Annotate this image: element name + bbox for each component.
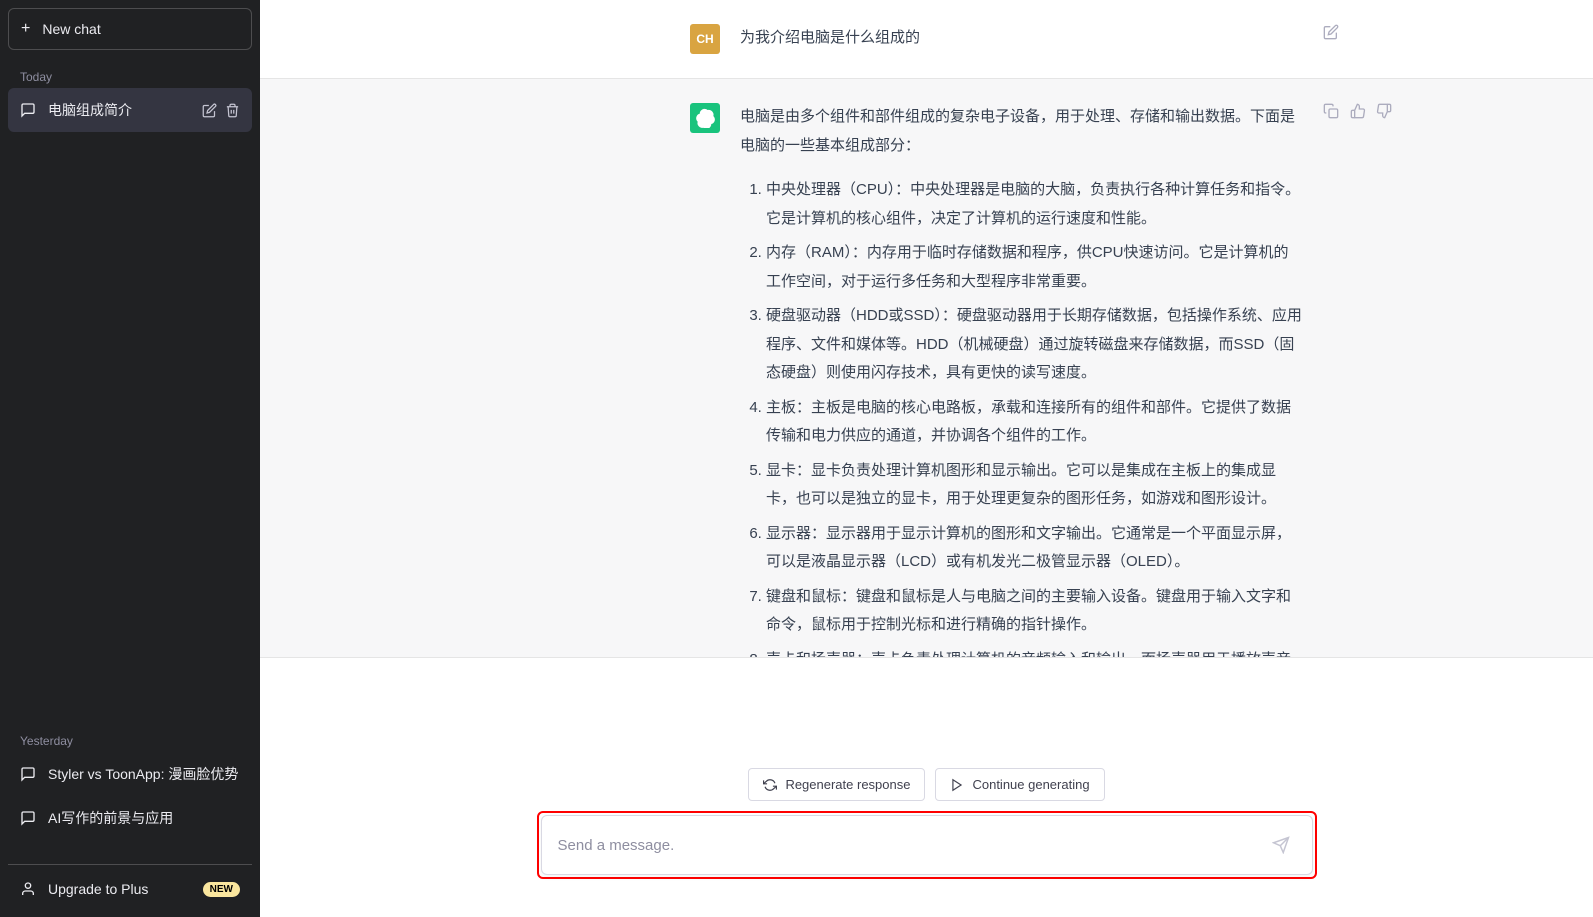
list-item: 声卡和扬声器：声卡负责处理计算机的音频输入和输出，而扬声器用于播放声音和音乐。 bbox=[766, 646, 1303, 658]
delete-icon[interactable] bbox=[225, 103, 240, 118]
sidebar: + New chat Today 电脑组成简介 Yesterday Styler… bbox=[0, 0, 260, 917]
regenerate-icon bbox=[763, 778, 777, 792]
user-icon bbox=[20, 881, 36, 897]
message-actions bbox=[1323, 103, 1393, 657]
chat-title: Styler vs ToonApp: 漫画脸优势 bbox=[48, 764, 240, 784]
list-item: 硬盘驱动器（HDD或SSD）：硬盘驱动器用于长期存储数据，包括操作系统、应用程序… bbox=[766, 302, 1303, 388]
thumbs-down-icon[interactable] bbox=[1376, 103, 1393, 121]
conversation[interactable]: CH 为我介绍电脑是什么组成的 电脑是由多个组件和部件组成的复杂电子设备，用于处… bbox=[260, 0, 1593, 657]
chat-list: Today 电脑组成简介 Yesterday Styler vs ToonApp… bbox=[8, 58, 252, 860]
section-label-yesterday: Yesterday bbox=[8, 722, 252, 752]
user-avatar: CH bbox=[690, 24, 720, 54]
upgrade-button[interactable]: Upgrade to Plus NEW bbox=[8, 869, 252, 909]
chat-title: 电脑组成简介 bbox=[48, 100, 190, 120]
regenerate-button[interactable]: Regenerate response bbox=[748, 768, 925, 801]
component-list: 中央处理器（CPU）：中央处理器是电脑的大脑，负责执行各种计算任务和指令。它是计… bbox=[740, 176, 1303, 657]
new-chat-label: New chat bbox=[42, 21, 100, 37]
action-buttons-row: Regenerate response Continue generating bbox=[260, 768, 1593, 801]
new-chat-button[interactable]: + New chat bbox=[8, 8, 252, 50]
main-area: CH 为我介绍电脑是什么组成的 电脑是由多个组件和部件组成的复杂电子设备，用于处… bbox=[260, 0, 1593, 917]
sidebar-bottom: Upgrade to Plus NEW bbox=[8, 864, 252, 909]
edit-icon[interactable] bbox=[202, 103, 217, 118]
list-item: 内存（RAM）：内存用于临时存储数据和程序，供CPU快速访问。它是计算机的工作空… bbox=[766, 239, 1303, 296]
list-item: 中央处理器（CPU）：中央处理器是电脑的大脑，负责执行各种计算任务和指令。它是计… bbox=[766, 176, 1303, 233]
plus-icon: + bbox=[21, 21, 30, 37]
continue-button[interactable]: Continue generating bbox=[935, 768, 1104, 801]
edit-message-icon[interactable] bbox=[1323, 24, 1341, 42]
chat-icon bbox=[20, 810, 36, 826]
assistant-intro: 电脑是由多个组件和部件组成的复杂电子设备，用于处理、存储和输出数据。下面是电脑的… bbox=[740, 103, 1303, 160]
chat-item[interactable]: Styler vs ToonApp: 漫画脸优势 bbox=[8, 752, 252, 796]
message-input-highlight bbox=[537, 811, 1317, 879]
list-item: 显示器：显示器用于显示计算机的图形和文字输出。它通常是一个平面显示屏，可以是液晶… bbox=[766, 520, 1303, 577]
copy-icon[interactable] bbox=[1323, 103, 1340, 121]
assistant-message-content: 电脑是由多个组件和部件组成的复杂电子设备，用于处理、存储和输出数据。下面是电脑的… bbox=[740, 103, 1303, 657]
chat-icon bbox=[20, 766, 36, 782]
list-item: 显卡：显卡负责处理计算机图形和显示输出。它可以是集成在主板上的集成显卡，也可以是… bbox=[766, 457, 1303, 514]
chat-title: AI写作的前景与应用 bbox=[48, 808, 240, 828]
chat-icon bbox=[20, 102, 36, 118]
user-message: CH 为我介绍电脑是什么组成的 bbox=[260, 0, 1593, 78]
input-area: Regenerate response Continue generating bbox=[260, 657, 1593, 917]
assistant-message: 电脑是由多个组件和部件组成的复杂电子设备，用于处理、存储和输出数据。下面是电脑的… bbox=[260, 78, 1593, 657]
send-button[interactable] bbox=[1266, 830, 1296, 860]
chat-item-actions bbox=[202, 103, 240, 118]
section-label-today: Today bbox=[8, 58, 252, 88]
message-input-container bbox=[541, 815, 1313, 875]
new-badge: NEW bbox=[203, 882, 240, 897]
user-message-text: 为我介绍电脑是什么组成的 bbox=[740, 24, 1303, 54]
upgrade-label: Upgrade to Plus bbox=[48, 881, 148, 897]
continue-icon bbox=[950, 778, 964, 792]
assistant-avatar bbox=[690, 103, 720, 133]
message-input[interactable] bbox=[558, 837, 1266, 854]
chat-item-active[interactable]: 电脑组成简介 bbox=[8, 88, 252, 132]
thumbs-up-icon[interactable] bbox=[1350, 103, 1367, 121]
chat-item[interactable]: AI写作的前景与应用 bbox=[8, 796, 252, 840]
list-item: 键盘和鼠标：键盘和鼠标是人与电脑之间的主要输入设备。键盘用于输入文字和命令，鼠标… bbox=[766, 583, 1303, 640]
message-actions bbox=[1323, 24, 1393, 54]
list-item: 主板：主板是电脑的核心电路板，承载和连接所有的组件和部件。它提供了数据传输和电力… bbox=[766, 394, 1303, 451]
continue-label: Continue generating bbox=[972, 777, 1089, 792]
regenerate-label: Regenerate response bbox=[785, 777, 910, 792]
